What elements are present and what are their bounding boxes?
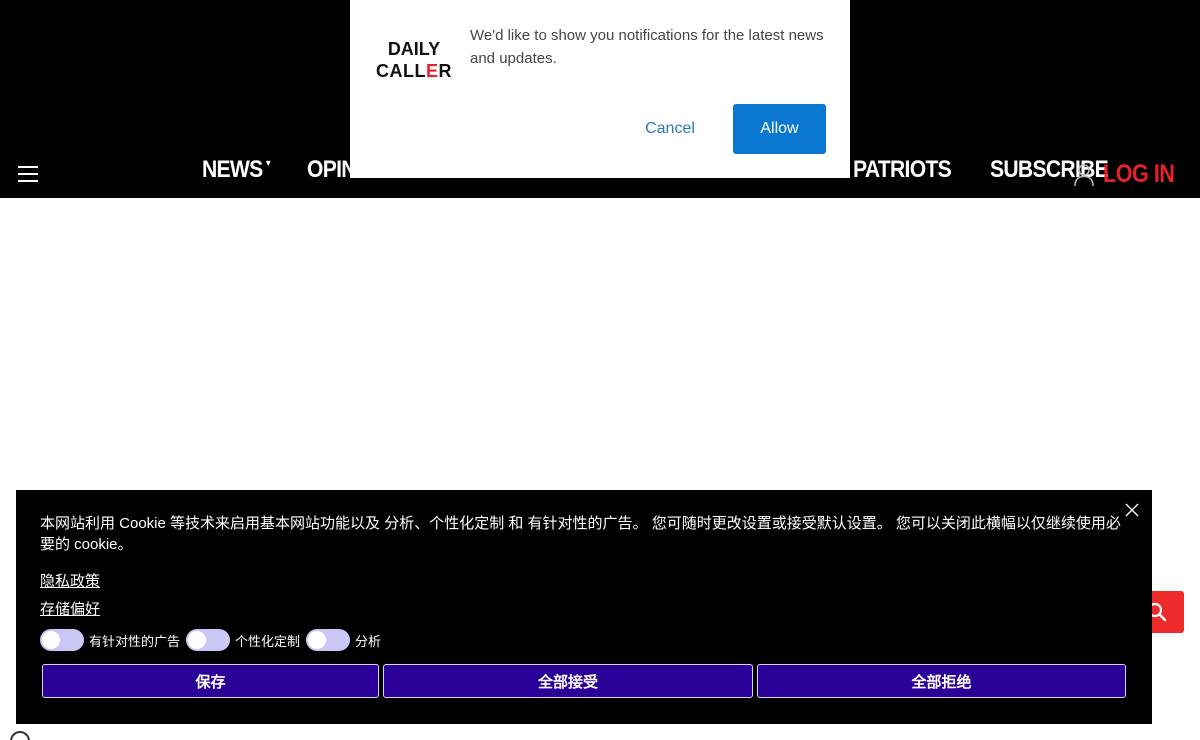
- login-label: LOG IN: [1102, 160, 1175, 188]
- logo-line-caller: CALLER: [375, 61, 452, 81]
- privacy-policy-link[interactable]: 隐私政策: [40, 570, 100, 591]
- toggle-analytics: 分析: [306, 629, 381, 651]
- allow-button[interactable]: Allow: [733, 104, 826, 154]
- logo-line-daily: DAILY: [387, 39, 441, 59]
- login-button[interactable]: LOG IN: [1073, 160, 1186, 189]
- toggle-label: 有针对性的广告: [89, 633, 181, 649]
- notification-message: We'd like to show you notifications for …: [470, 27, 824, 67]
- daily-caller-logo: DAILY CALLER: [374, 38, 454, 82]
- caret-down-icon: ▼: [264, 158, 272, 168]
- search-icon[interactable]: [10, 731, 30, 740]
- hamburger-icon[interactable]: [18, 166, 38, 182]
- toggle-personalization: 个性化定制: [186, 629, 300, 651]
- nav-item-label: NEWS: [202, 156, 263, 183]
- save-button[interactable]: 保存: [42, 664, 379, 698]
- toggle-label: 个性化定制: [235, 633, 301, 649]
- personalization-toggle[interactable]: [186, 629, 231, 651]
- cookie-message: 本网站利用 Cookie 等技术来启用基本网站功能以及 分析、个性化定制 和 有…: [40, 515, 1121, 553]
- nav-item-news[interactable]: NEWS ▼: [202, 156, 272, 184]
- accept-all-button[interactable]: 全部接受: [383, 664, 753, 698]
- reject-all-button[interactable]: 全部拒绝: [757, 664, 1126, 698]
- targeted-ads-toggle[interactable]: [40, 629, 84, 651]
- user-icon: [1074, 163, 1094, 186]
- cancel-button[interactable]: Cancel: [620, 104, 720, 154]
- nav-item-patriots[interactable]: PATRIOTS: [853, 156, 952, 184]
- cookie-banner: 本网站利用 Cookie 等技术来启用基本网站功能以及 分析、个性化定制 和 有…: [16, 490, 1152, 724]
- toggle-label: 分析: [355, 633, 382, 649]
- notification-prompt: DAILY CALLER We'd like to show you notif…: [350, 0, 850, 178]
- toggle-targeted-ads: 有针对性的广告: [40, 629, 180, 651]
- analytics-toggle[interactable]: [306, 629, 351, 651]
- storage-preferences-link[interactable]: 存储偏好: [40, 598, 100, 619]
- consent-toggles: 有针对性的广告 个性化定制 分析: [40, 629, 387, 651]
